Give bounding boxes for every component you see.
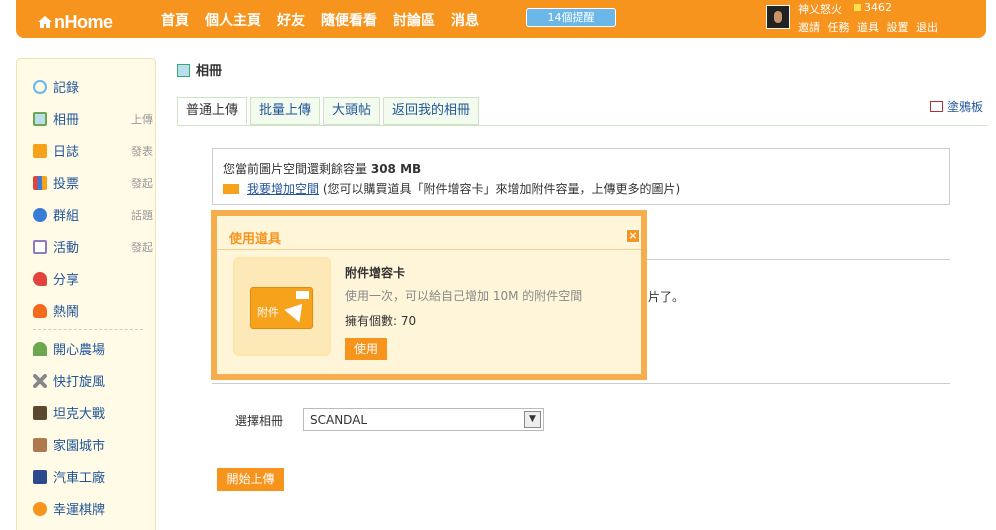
dialog-title: 使用道具 [229,232,282,247]
nav-home[interactable]: 首頁 [161,10,189,30]
sidebar-item-poll[interactable]: 投票 發起 [33,173,153,192]
dialog-body: 使用道具 × 附件 附件增容卡 使用一次，可以給自己增加 10M 的附件空間 擁… [217,216,641,374]
background-text: 片了。 [648,290,685,304]
sidebar-item-records[interactable]: 記錄 [33,77,153,96]
sidebar-item-hot[interactable]: 熱鬧 [33,301,153,320]
divider [640,259,950,260]
notebook-icon [33,143,47,158]
nav-messages[interactable]: 消息 [451,10,479,30]
sidebar-item-home-city[interactable]: 家園城市 [33,435,153,454]
sidebar-divider [33,329,143,330]
sidebar-item-car-factory[interactable]: 汽車工廠 [33,467,153,486]
ticket-icon [223,184,239,194]
use-button[interactable]: 使用 [345,338,387,360]
start-upload-button[interactable]: 開始上傳 [217,468,284,491]
attachment-card-icon: 附件 [250,287,313,329]
speech-bubble-icon [33,79,47,94]
items-link[interactable]: 道具 [857,21,879,34]
album-label: 選擇相冊 [235,414,284,428]
poll-create-link[interactable]: 發起 [131,175,153,191]
settings-link[interactable]: 設置 [887,21,909,34]
tasks-link[interactable]: 任務 [828,21,850,34]
use-item-dialog: 使用道具 × 附件 附件增容卡 使用一次，可以給自己增加 10M 的附件空間 擁… [211,210,647,380]
fire-icon [33,303,47,318]
card-game-icon [33,501,47,516]
tab-batch-upload[interactable]: 批量上傳 [250,97,321,125]
close-icon[interactable]: × [626,229,640,243]
username-link[interactable]: 神乂怒火 [798,1,842,17]
top-bar: nHome 首頁 個人主頁 好友 隨便看看 討論區 消息 14個提醒 神乂怒火 … [16,0,986,38]
sidebar-item-share[interactable]: 分享 [33,269,153,288]
nav-friends[interactable]: 好友 [277,10,305,30]
sidebar: 記錄 相冊 上傳 日誌 發表 投票 發起 群組 話題 活動 發起 分享 熱鬧 開心農場 快… [16,58,156,530]
item-description: 使用一次，可以給自己增加 10M 的附件空間 [345,289,583,303]
house-icon [38,16,52,28]
item-name: 附件增容卡 [345,266,406,280]
events-create-link[interactable]: 發起 [131,239,153,255]
user-links: 邀請 任務 道具 設置 退出 [798,19,942,35]
arrow-icon [284,297,310,323]
groups-topic-link[interactable]: 話題 [131,207,153,223]
sidebar-item-album[interactable]: 相冊 上傳 [33,109,153,128]
sidebar-item-tank-battle[interactable]: 坦克大戰 [33,403,153,422]
invite-link[interactable]: 邀請 [798,21,820,34]
tab-avatar[interactable]: 大頭帖 [323,97,381,125]
album-upload-link[interactable]: 上傳 [131,111,153,127]
factory-icon [33,469,47,484]
heart-icon [33,271,47,286]
sidebar-item-lucky-cards[interactable]: 幸運棋牌 [33,499,153,518]
site-logo[interactable]: nHome [38,12,113,33]
album-select[interactable]: SCANDAL ▼ [303,408,544,431]
item-image: 附件 [233,257,331,356]
tab-back-to-albums[interactable]: 返回我的相冊 [383,97,480,125]
sidebar-item-street-fighter[interactable]: 快打旋風 [33,371,153,390]
tab-normal-upload[interactable]: 普通上傳 [177,97,248,125]
chevron-down-icon[interactable]: ▼ [524,411,541,428]
sidebar-item-blog[interactable]: 日誌 發表 [33,141,153,160]
pencil-icon [930,101,943,112]
nav-browse[interactable]: 隨便看看 [321,10,377,30]
storage-remaining: 您當前圖片空間還剩餘容量 308 MB [223,162,422,176]
reminders-button[interactable]: 14個提醒 [526,8,616,27]
divider [212,383,950,384]
tab-divider [177,125,987,126]
item-owned-count: 擁有個數: 70 [345,314,417,328]
sidebar-item-happy-farm[interactable]: 開心農場 [33,339,153,358]
tank-icon [33,405,47,420]
dialog-divider [217,249,641,250]
sidebar-item-events[interactable]: 活動 發起 [33,237,153,256]
nav-forum[interactable]: 討論區 [393,10,435,30]
photo-icon [177,64,190,77]
nav-profile[interactable]: 個人主頁 [205,10,261,30]
swords-icon [33,373,47,388]
logout-link[interactable]: 退出 [916,21,938,34]
people-icon [33,207,47,222]
sidebar-item-groups[interactable]: 群組 話題 [33,205,153,224]
sprout-icon [33,341,47,356]
coin-icon [854,4,861,11]
upload-tabs: 普通上傳 批量上傳 大頭帖 返回我的相冊 [177,97,482,125]
main-nav: 首頁 個人主頁 好友 隨便看看 討論區 消息 [161,10,495,30]
blog-post-link[interactable]: 發表 [131,143,153,159]
storage-upgrade-line: 我要增加空間 (您可以購買道具「附件增容卡」來增加附件容量，上傳更多的圖片) [223,180,680,197]
bar-chart-icon [33,175,47,190]
calendar-icon [33,239,47,254]
page-title: 相冊 [177,60,222,79]
graffiti-link[interactable]: 塗鴉板 [930,98,983,115]
photo-icon [33,111,47,126]
add-space-link[interactable]: 我要增加空間 [247,182,319,196]
avatar[interactable] [766,5,790,29]
house-icon [33,437,47,452]
coins-count: 3462 [854,1,892,14]
storage-info-box: 您當前圖片空間還剩餘容量 308 MB 我要增加空間 (您可以購買道具「附件增容… [212,148,950,205]
